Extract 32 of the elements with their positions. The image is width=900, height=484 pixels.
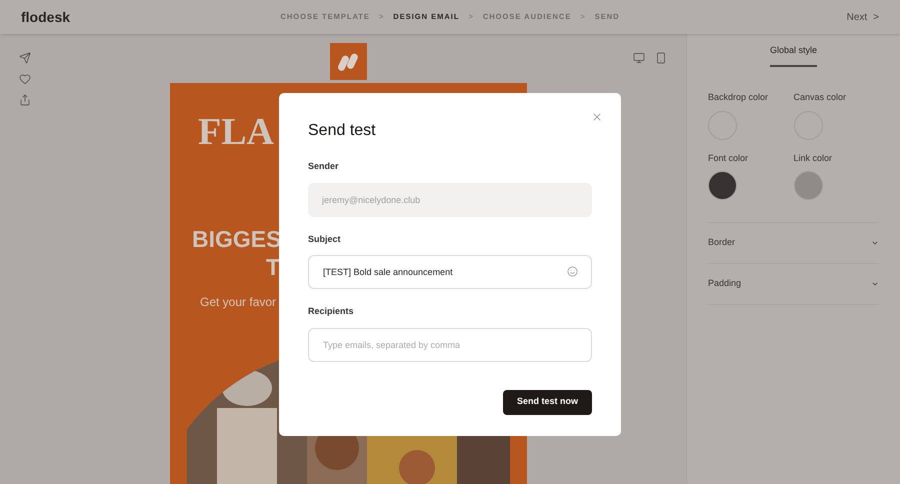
share-icon[interactable] [19,94,31,106]
title-text: T [266,253,280,281]
swatch-label: Link color [794,152,834,164]
logo-icon [338,52,360,72]
input-field[interactable]: [TEST] Bold sale announcement [308,255,592,289]
accordion-row[interactable]: Border [708,223,879,264]
title-text: BIGGES [192,225,282,253]
close-button[interactable] [591,111,603,123]
heart-icon[interactable] [19,73,31,85]
swatch-label: Font color [708,152,750,164]
swatch-label: Backdrop color [708,91,770,104]
phone-icon[interactable] [655,52,667,64]
field-label: Sender [308,160,340,173]
send-icon[interactable] [19,52,31,64]
chevron-icon [871,280,879,288]
subtitle: Get your favor [200,294,276,311]
panel-tab[interactable]: Global style [770,44,818,67]
dialog-title: Send test [308,121,377,141]
input-field[interactable]: Type emails, separated by comma [308,328,592,362]
color-swatch[interactable] [794,171,822,200]
chevron-icon [871,239,879,247]
emoji-icon[interactable] [567,266,578,277]
send-test-button[interactable]: Send test now [502,390,592,414]
accordion-row[interactable]: Padding [708,264,879,305]
next-button[interactable]: Next > [846,10,879,24]
color-swatch[interactable] [708,171,737,200]
swatch-label: Canvas color [794,91,848,104]
logo: flodesk [21,8,72,26]
field-label: Subject [308,232,342,246]
field-label: Recipients [308,305,355,318]
desktop-icon[interactable] [633,52,645,64]
headline: FLA [198,113,274,151]
